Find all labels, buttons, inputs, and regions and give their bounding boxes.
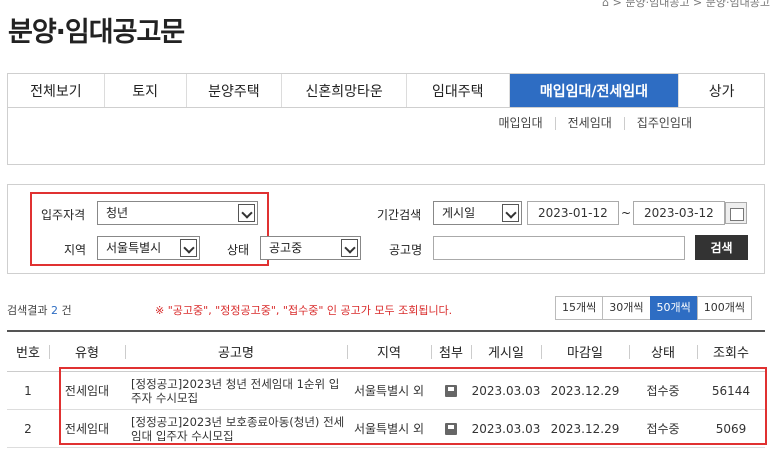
row-no: 2 — [24, 421, 32, 436]
region-value: 서울특별시 — [106, 241, 162, 255]
col-header-status: 상태 — [629, 332, 697, 371]
subtab-jeonse-rental[interactable]: 전세임대 — [556, 117, 625, 130]
qualification-label: 입주자격 — [41, 208, 86, 222]
chevron-down-icon — [238, 204, 255, 222]
title-label: 공고명 — [389, 243, 423, 257]
chevron-down-icon — [180, 239, 197, 257]
col-header-title: 공고명 — [125, 332, 347, 371]
status-label: 상태 — [227, 243, 250, 257]
result-count: 검색결과 2 건 — [7, 302, 72, 318]
period-type-select[interactable]: 게시일 — [433, 201, 522, 225]
qualification-value: 청년 — [106, 206, 129, 220]
tab-all[interactable]: 전체보기 — [8, 74, 105, 107]
status-value: 공고중 — [269, 241, 303, 255]
chevron-down-icon — [341, 239, 358, 257]
tab-sale-housing[interactable]: 분양주택 — [187, 74, 283, 107]
tab-land[interactable]: 토지 — [105, 74, 187, 107]
period-type-value: 게시일 — [442, 206, 476, 220]
chevron-down-icon — [502, 204, 519, 222]
col-header-type: 유형 — [49, 332, 125, 371]
date-to-input[interactable]: 2023-03-12 — [633, 201, 725, 225]
highlight-rows-box — [59, 367, 767, 445]
subtab-purchase-rental[interactable]: 매입임대 — [486, 117, 556, 130]
col-header-attachment: 첨부 — [431, 332, 471, 371]
tab-rental-housing[interactable]: 임대주택 — [407, 74, 510, 107]
date-separator: ~ — [621, 206, 632, 220]
col-header-no: 번호 — [16, 346, 40, 361]
region-label: 지역 — [64, 243, 87, 257]
qualification-select[interactable]: 청년 — [97, 201, 258, 225]
page-size-15[interactable]: 15개씩 — [555, 296, 604, 320]
calendar-icon[interactable] — [725, 202, 747, 224]
period-label: 기간검색 — [377, 208, 422, 222]
row-no: 1 — [24, 383, 32, 398]
tab-commercial[interactable]: 상가 — [679, 74, 764, 107]
subtab-panel: 매입임대 전세임대 집주인임대 — [7, 107, 765, 165]
subtabs: 매입임대 전세임대 집주인임대 — [486, 117, 704, 130]
date-from-input[interactable]: 2023-01-12 — [527, 201, 619, 225]
page-size-50[interactable]: 50개씩 — [649, 296, 698, 320]
status-select[interactable]: 공고중 — [260, 236, 361, 260]
col-header-region: 지역 — [347, 332, 431, 371]
breadcrumb: ⌂ > 분양·임대공고 > 분양·임대공고 — [602, 0, 770, 9]
col-header-post-date: 게시일 — [471, 332, 541, 371]
col-header-due-date: 마감일 — [541, 332, 629, 371]
region-select[interactable]: 서울특별시 — [97, 236, 200, 260]
page-size-selector: 15개씩 30개씩 50개씩 100개씩 — [555, 296, 752, 320]
tab-newlywed-town[interactable]: 신혼희망타운 — [282, 74, 407, 107]
page-title: 분양·임대공고문 — [8, 17, 185, 48]
search-button[interactable]: 검색 — [695, 235, 748, 260]
page-size-100[interactable]: 100개씩 — [696, 296, 752, 320]
col-header-views: 조회수 — [697, 332, 765, 371]
status-notice: ※ "공고중", "정정공고중", "접수중" 인 공고가 모두 조회됩니다. — [155, 304, 453, 317]
category-tabs: 전체보기 토지 분양주택 신혼희망타운 임대주택 매입임대/전세임대 상가 — [7, 73, 765, 108]
title-search-input[interactable] — [433, 236, 685, 260]
result-count-prefix: 검색결과 — [7, 304, 48, 317]
table-header: 번호 유형 공고명 지역 첨부 게시일 마감일 상태 조회수 — [7, 332, 765, 372]
tab-purchase-jeonse-rental[interactable]: 매입임대/전세임대 — [509, 74, 680, 107]
page-size-30[interactable]: 30개씩 — [602, 296, 651, 320]
subtab-landlord-rental[interactable]: 집주인임대 — [625, 117, 704, 130]
result-count-number: 2 — [50, 304, 58, 317]
result-count-suffix: 건 — [61, 304, 72, 317]
